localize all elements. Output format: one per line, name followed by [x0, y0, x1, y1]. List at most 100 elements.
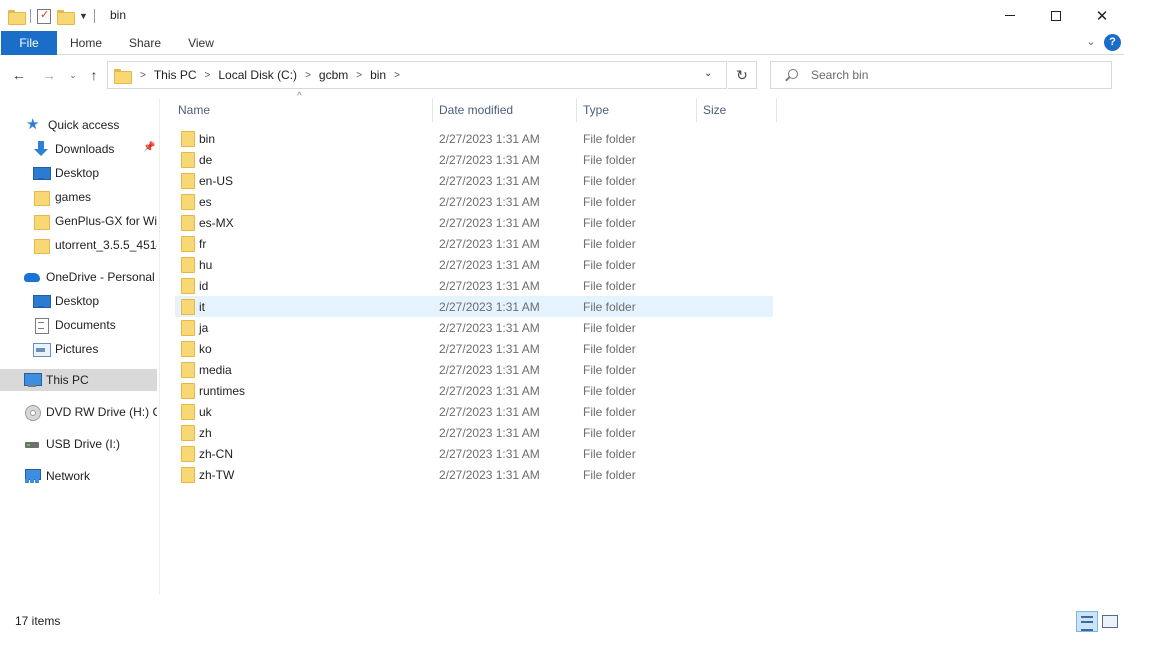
file-type: File folder [583, 258, 636, 272]
breadcrumb-chevron-icon[interactable]: > [394, 70, 400, 81]
table-row[interactable]: fr 2/27/2023 1:31 AM File folder [175, 233, 773, 254]
nav-games[interactable]: games [0, 186, 157, 208]
file-type: File folder [583, 468, 636, 482]
tab-share[interactable]: Share [122, 31, 168, 55]
breadcrumb-chevron-icon[interactable]: > [305, 70, 311, 81]
date-modified: 2/27/2023 1:31 AM [439, 300, 540, 314]
breadcrumb-local-disk[interactable]: Local Disk (C:) [218, 68, 297, 82]
nav-item-label: Desktop [55, 294, 100, 308]
table-row[interactable]: de 2/27/2023 1:31 AM File folder [175, 149, 773, 170]
nav-downloads[interactable]: Downloads 📌 [0, 138, 157, 160]
minimize-button[interactable] [987, 0, 1033, 31]
nav-item-label: Pictures [55, 342, 99, 356]
help-icon[interactable]: ? [1104, 34, 1121, 51]
nav-item-label: GenPlus-GX for Wii [55, 214, 157, 228]
column-divider[interactable] [776, 98, 777, 122]
breadcrumb-gcbm[interactable]: gcbm [319, 68, 348, 82]
customize-toolbar-chevron-icon[interactable]: ▼ [79, 11, 88, 21]
forward-arrow-icon[interactable]: → [40, 66, 58, 84]
maximize-icon [1051, 10, 1061, 21]
nav-dvd-drive[interactable]: DVD RW Drive (H:) CD [0, 401, 157, 423]
close-button[interactable]: ✕ [1079, 0, 1125, 31]
quick-access-toolbar: ▼ [8, 6, 95, 26]
table-row[interactable]: en-US 2/27/2023 1:31 AM File folder [175, 170, 773, 191]
column-divider[interactable] [432, 98, 433, 122]
breadcrumb-chevron-icon[interactable]: > [205, 70, 211, 81]
properties-icon[interactable] [37, 8, 51, 24]
file-type: File folder [583, 426, 636, 440]
nav-desktop[interactable]: Desktop [0, 162, 157, 184]
table-row[interactable]: id 2/27/2023 1:31 AM File folder [175, 275, 773, 296]
table-row[interactable]: runtimes 2/27/2023 1:31 AM File folder [175, 380, 773, 401]
star-icon [26, 115, 42, 133]
table-row[interactable]: bin 2/27/2023 1:31 AM File folder [175, 128, 773, 149]
table-row[interactable]: es-MX 2/27/2023 1:31 AM File folder [175, 212, 773, 233]
folder-icon [33, 213, 50, 230]
column-divider[interactable] [696, 98, 697, 122]
column-header-date-modified[interactable]: Date modified [439, 98, 513, 122]
back-arrow-icon[interactable]: ← [10, 66, 28, 84]
nav-usb-drive[interactable]: USB Drive (I:) [0, 433, 157, 455]
nav-documents[interactable]: Documents [0, 314, 157, 336]
refresh-button[interactable]: ↻ [728, 61, 757, 89]
tab-file[interactable]: File [1, 31, 57, 55]
address-history-chevron-icon[interactable]: ⌄ [704, 68, 712, 79]
table-row[interactable]: hu 2/27/2023 1:31 AM File folder [175, 254, 773, 275]
breadcrumb-chevron-icon[interactable]: > [356, 70, 362, 81]
table-row[interactable]: zh 2/27/2023 1:31 AM File folder [175, 422, 773, 443]
file-type: File folder [583, 195, 636, 209]
tab-view[interactable]: View [180, 31, 222, 55]
nav-onedrive[interactable]: OneDrive - Personal [0, 266, 157, 288]
details-view-icon[interactable] [1076, 611, 1098, 632]
recent-locations-chevron-icon[interactable]: ⌄ [64, 66, 82, 84]
nav-onedrive-desktop[interactable]: Desktop [0, 290, 157, 312]
minimize-icon [1005, 15, 1015, 16]
column-header-type[interactable]: Type [583, 98, 609, 122]
table-row[interactable]: es 2/27/2023 1:31 AM File folder [175, 191, 773, 212]
file-type: File folder [583, 174, 636, 188]
date-modified: 2/27/2023 1:31 AM [439, 468, 540, 482]
up-arrow-icon[interactable]: ↑ [85, 66, 103, 84]
address-bar[interactable]: > This PC > Local Disk (C:) > gcbm > bin… [107, 61, 727, 89]
nav-network[interactable]: Network [0, 465, 157, 487]
date-modified: 2/27/2023 1:31 AM [439, 216, 540, 230]
table-row[interactable]: it 2/27/2023 1:31 AM File folder [175, 296, 773, 317]
file-name: fr [199, 237, 207, 251]
nav-genplus[interactable]: GenPlus-GX for Wii [0, 210, 157, 232]
breadcrumb-this-pc[interactable]: This PC [154, 68, 197, 82]
table-row[interactable]: ja 2/27/2023 1:31 AM File folder [175, 317, 773, 338]
nav-quick-access[interactable]: Quick access [0, 114, 157, 136]
date-modified: 2/27/2023 1:31 AM [439, 237, 540, 251]
table-row[interactable]: uk 2/27/2023 1:31 AM File folder [175, 401, 773, 422]
folder-icon [33, 237, 50, 254]
expand-ribbon-chevron-icon[interactable]: ⌄ [1084, 35, 1098, 49]
breadcrumb-chevron-icon[interactable]: > [140, 70, 146, 81]
nav-this-pc[interactable]: This PC [0, 369, 157, 391]
folder-icon [181, 215, 195, 231]
table-row[interactable]: zh-TW 2/27/2023 1:31 AM File folder [175, 464, 773, 485]
pane-divider[interactable] [159, 98, 160, 594]
documents-icon [33, 317, 49, 334]
search-input[interactable]: Search bin [770, 61, 1112, 89]
folder-icon[interactable] [8, 9, 26, 25]
tab-home[interactable]: Home [62, 31, 110, 55]
nav-utorrent[interactable]: utorrent_3.5.5_45146 [0, 234, 157, 256]
nav-item-label: Downloads [55, 142, 115, 156]
file-name: zh-CN [199, 447, 234, 461]
breadcrumb-bin[interactable]: bin [370, 68, 386, 82]
folder-icon [181, 404, 195, 420]
breadcrumb: > This PC > Local Disk (C:) > gcbm > bin… [132, 62, 408, 88]
table-row[interactable]: ko 2/27/2023 1:31 AM File folder [175, 338, 773, 359]
column-header-size[interactable]: Size [703, 98, 726, 122]
column-header-name[interactable]: Name [178, 98, 210, 122]
file-name: de [199, 153, 213, 167]
new-folder-icon[interactable] [57, 9, 75, 25]
table-row[interactable]: media 2/27/2023 1:31 AM File folder [175, 359, 773, 380]
table-row[interactable]: zh-CN 2/27/2023 1:31 AM File folder [175, 443, 773, 464]
nav-item-label: USB Drive (I:) [46, 437, 121, 451]
maximize-button[interactable] [1033, 0, 1079, 31]
file-type: File folder [583, 405, 636, 419]
large-icons-view-icon[interactable] [1101, 613, 1118, 629]
nav-pictures[interactable]: Pictures [0, 338, 157, 360]
column-divider[interactable] [576, 98, 577, 122]
